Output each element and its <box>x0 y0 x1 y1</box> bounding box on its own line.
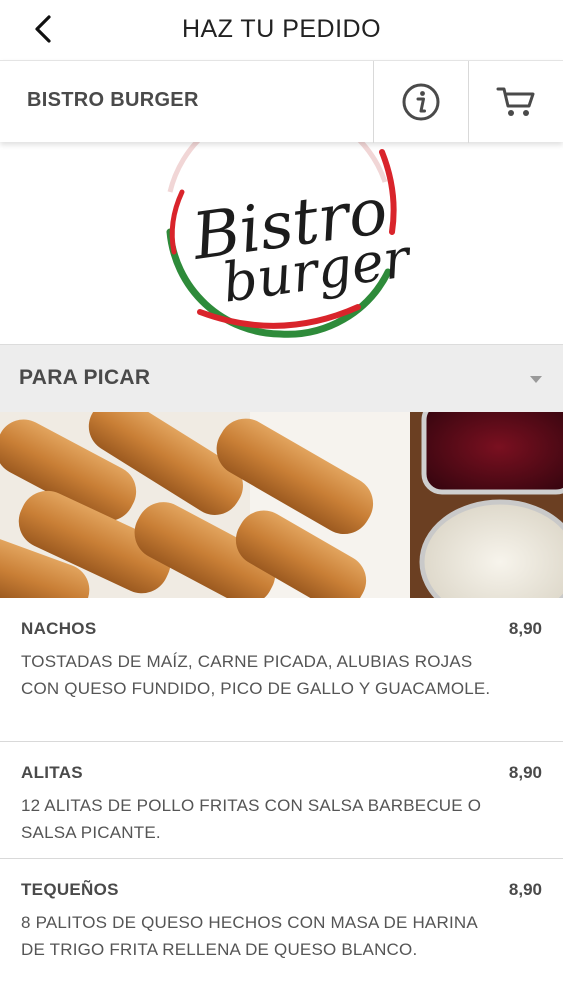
info-button[interactable] <box>374 61 468 143</box>
item-description: 12 ALITAS DE POLLO FRITAS CON SALSA BARB… <box>21 796 482 842</box>
page-title: HAZ TU PEDIDO <box>181 15 382 43</box>
info-icon <box>402 83 440 121</box>
cart-button[interactable] <box>469 61 563 143</box>
restaurant-bar: BISTRO BURGER <box>0 60 563 143</box>
menu-item[interactable]: TEQUEÑOS 8,90 8 PALITOS DE QUESO HECHOS … <box>0 859 563 1000</box>
item-price: 8,90 <box>508 880 542 899</box>
restaurant-logo: Bistro burger <box>0 142 563 344</box>
category-dropdown[interactable]: PARA PICAR <box>0 344 563 412</box>
item-price: 8,90 <box>508 619 542 638</box>
item-name: ALITAS <box>21 763 83 782</box>
item-description: TOSTADAS DE MAÍZ, CARNE PICADA, ALUBIAS … <box>21 652 491 698</box>
item-name: TEQUEÑOS <box>21 880 119 899</box>
item-price: 8,90 <box>508 763 542 782</box>
tequenos-photo <box>0 412 563 598</box>
caret-down-icon <box>530 376 542 383</box>
category-image <box>0 412 563 598</box>
menu-item[interactable]: NACHOS 8,90 TOSTADAS DE MAÍZ, CARNE PICA… <box>0 598 563 742</box>
bistro-burger-logo: Bistro burger <box>166 142 416 338</box>
item-name: NACHOS <box>21 619 97 638</box>
category-label: PARA PICAR <box>19 366 151 389</box>
cart-icon <box>496 87 535 116</box>
menu-item[interactable]: ALITAS 8,90 12 ALITAS DE POLLO FRITAS CO… <box>0 742 563 859</box>
item-description: 8 PALITOS DE QUESO HECHOS CON MASA DE HA… <box>21 913 477 959</box>
restaurant-name: BISTRO BURGER <box>27 89 199 111</box>
top-app-bar: HAZ TU PEDIDO <box>0 0 563 60</box>
